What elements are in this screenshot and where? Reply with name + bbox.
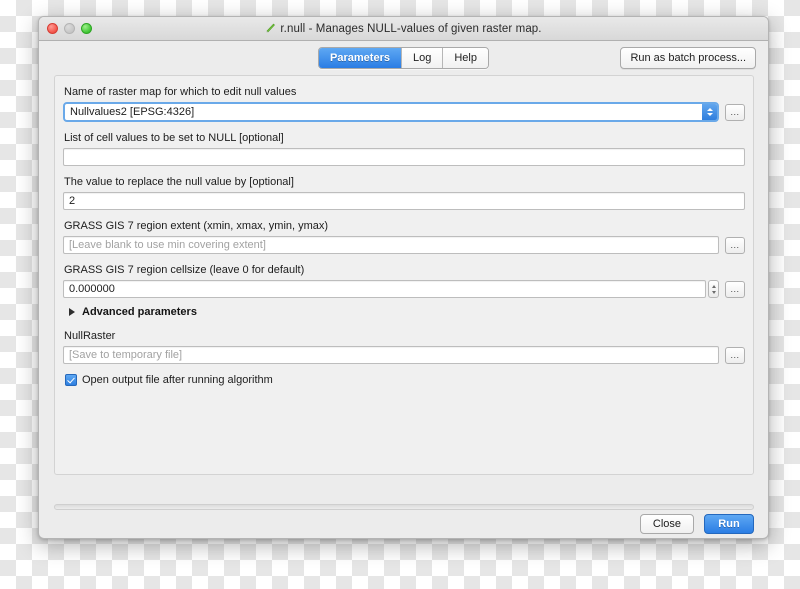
parameters-panel: Name of raster map for which to edit nul… xyxy=(54,75,754,475)
region-extent-browse-button[interactable]: ... xyxy=(725,236,745,254)
raster-map-browse-button[interactable]: ... xyxy=(725,103,745,121)
raster-map-row: Nullvalues2 [EPSG:4326] ... xyxy=(63,102,745,122)
close-window-button[interactable] xyxy=(47,23,58,34)
algorithm-dialog-window: r.null - Manages NULL-values of given ra… xyxy=(38,16,769,539)
output-path-input[interactable]: [Save to temporary file] xyxy=(63,346,719,364)
raster-map-label: Name of raster map for which to edit nul… xyxy=(64,86,297,98)
advanced-parameters-label: Advanced parameters xyxy=(82,306,197,318)
raster-map-combobox[interactable]: Nullvalues2 [EPSG:4326] xyxy=(63,102,719,122)
open-output-checkbox[interactable] xyxy=(65,374,77,386)
tab-help-label: Help xyxy=(454,52,477,64)
output-label: NullRaster xyxy=(64,330,116,342)
tab-parameters-label: Parameters xyxy=(330,52,390,64)
region-extent-browse-label: ... xyxy=(730,239,740,250)
close-button[interactable]: Close xyxy=(639,514,694,534)
run-button-label: Run xyxy=(718,518,740,530)
region-cellsize-browse-label: ... xyxy=(730,283,740,294)
tab-log[interactable]: Log xyxy=(401,48,444,68)
advanced-parameters-disclosure[interactable]: Advanced parameters xyxy=(69,306,745,318)
region-cellsize-browse-button[interactable]: ... xyxy=(725,280,745,298)
run-as-batch-process-button[interactable]: Run as batch process... xyxy=(620,47,756,69)
cell-values-label: List of cell values to be set to NULL [o… xyxy=(64,132,284,144)
replace-value-label: The value to replace the null value by [… xyxy=(64,176,294,188)
raster-map-browse-label: ... xyxy=(730,106,740,117)
region-cellsize-stepper[interactable] xyxy=(708,280,719,298)
chevron-updown-icon[interactable] xyxy=(702,104,717,120)
tab-group: Parameters Log Help xyxy=(318,47,489,69)
region-extent-label: GRASS GIS 7 region extent (xmin, xmax, y… xyxy=(64,220,329,232)
tab-log-label: Log xyxy=(412,52,432,64)
tab-bar: Parameters Log Help Run as batch process… xyxy=(39,41,768,75)
region-cellsize-input[interactable]: 0.000000 xyxy=(63,280,706,298)
window-title: r.null - Manages NULL-values of given ra… xyxy=(39,22,768,35)
title-bar: r.null - Manages NULL-values of given ra… xyxy=(39,17,768,41)
close-button-label: Close xyxy=(652,518,681,530)
cell-values-row xyxy=(63,148,745,166)
region-extent-row: [Leave blank to use min covering extent]… xyxy=(63,236,745,254)
open-output-label: Open output file after running algorithm xyxy=(82,374,273,386)
grass-pencil-icon xyxy=(265,22,276,33)
chevron-right-icon xyxy=(69,308,75,316)
output-browse-label: ... xyxy=(730,349,740,360)
raster-map-value: Nullvalues2 [EPSG:4326] xyxy=(70,106,195,118)
replace-value-input[interactable]: 2 xyxy=(63,192,745,210)
run-button[interactable]: Run xyxy=(704,514,754,534)
window-controls xyxy=(47,23,92,34)
region-cellsize-label: GRASS GIS 7 region cellsize (leave 0 for… xyxy=(64,264,305,276)
cell-values-input[interactable] xyxy=(63,148,745,166)
region-extent-input[interactable]: [Leave blank to use min covering extent] xyxy=(63,236,719,254)
dialog-footer: Close Run xyxy=(639,514,754,534)
zoom-window-button[interactable] xyxy=(81,23,92,34)
open-output-checkbox-row[interactable]: Open output file after running algorithm xyxy=(65,374,745,386)
tab-help[interactable]: Help xyxy=(443,48,488,68)
region-cellsize-row: 0.000000 ... xyxy=(63,280,745,298)
tab-parameters[interactable]: Parameters xyxy=(319,48,402,68)
window-title-text: r.null - Manages NULL-values of given ra… xyxy=(280,23,542,35)
minimize-window-button[interactable] xyxy=(64,23,75,34)
output-row: [Save to temporary file] ... xyxy=(63,346,745,364)
output-browse-button[interactable]: ... xyxy=(725,346,745,364)
replace-value-row: 2 xyxy=(63,192,745,210)
run-as-batch-process-label: Run as batch process... xyxy=(630,52,746,64)
progress-bar xyxy=(54,504,754,510)
